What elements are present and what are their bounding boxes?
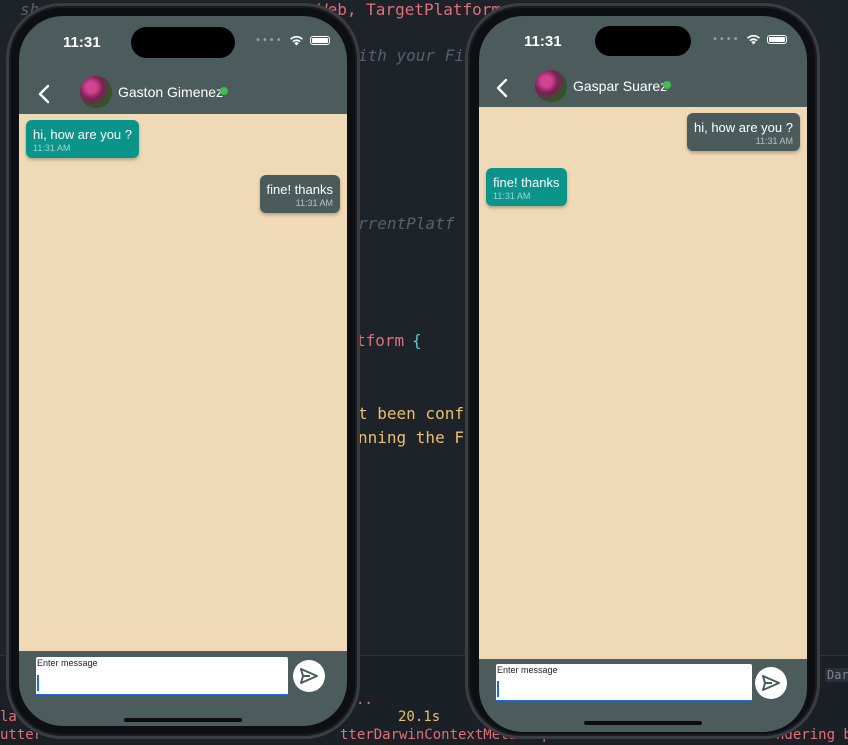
signal-icon: •••• — [712, 34, 740, 45]
back-arrow-icon[interactable] — [33, 82, 57, 106]
composer-bar: Enter message — [479, 659, 807, 732]
code-fragment: ith your Fi — [358, 46, 464, 65]
code-fragment: rrentPlatf — [358, 214, 455, 233]
text-caret — [497, 681, 499, 697]
status-bar: 11:31 •••• — [19, 16, 347, 76]
status-time: 11:31 — [63, 34, 101, 51]
home-indicator — [584, 721, 702, 725]
chat-app-bar: Gaspar Suarez — [479, 70, 807, 107]
home-indicator — [124, 718, 242, 722]
dynamic-island — [595, 26, 691, 56]
message-time: 11:31 AM — [295, 198, 333, 208]
message-bubble-outgoing[interactable]: fine! thanks 11:31 AM — [259, 175, 340, 213]
text-caret — [37, 675, 39, 691]
message-time: 11:31 AM — [493, 191, 531, 201]
message-input[interactable]: Enter message — [496, 664, 752, 701]
contact-name: Gaspar Suarez — [573, 78, 668, 94]
send-icon — [762, 675, 780, 691]
message-input-placeholder: Enter message — [37, 658, 98, 668]
status-time: 11:31 — [524, 33, 562, 50]
message-bubble-outgoing[interactable]: hi, how are you ? 11:31 AM — [686, 113, 800, 151]
avatar[interactable] — [80, 76, 112, 108]
code-fragment: tform — [356, 331, 405, 350]
signal-icon: •••• — [255, 35, 283, 46]
dynamic-island — [131, 27, 235, 58]
online-status-dot — [220, 87, 228, 95]
back-arrow-icon[interactable] — [491, 76, 515, 100]
send-button[interactable] — [755, 667, 787, 699]
message-bubble-incoming[interactable]: hi, how are you ? 11:31 AM — [26, 120, 140, 158]
input-underline — [36, 694, 288, 695]
message-bubble-incoming[interactable]: fine! thanks 11:31 AM — [486, 168, 567, 206]
message-text: hi, how are you ? — [693, 120, 793, 135]
avatar[interactable] — [535, 70, 567, 102]
phone-frame-left: 11:31 •••• Gaston Gimenez hi, how are yo… — [6, 3, 360, 739]
code-fragment: nning the F — [358, 428, 464, 447]
battery-icon — [309, 36, 330, 45]
send-icon — [300, 668, 318, 684]
wifi-icon — [746, 34, 760, 45]
phone-screen: 11:31 •••• Gaspar Suarez hi, how are you… — [479, 16, 807, 732]
status-bar: 11:31 •••• — [479, 16, 807, 76]
message-text: fine! thanks — [266, 182, 334, 197]
contact-name: Gaston Gimenez — [118, 84, 224, 100]
message-time: 11:31 AM — [33, 143, 71, 153]
online-status-dot — [663, 81, 671, 89]
chat-app-bar: Gaston Gimenez — [19, 76, 347, 114]
message-time: 11:31 AM — [755, 136, 793, 146]
message-list[interactable]: hi, how are you ? 11:31 AM fine! thanks … — [479, 107, 807, 659]
console-text: 20.1s — [398, 709, 441, 725]
status-icons: •••• — [255, 35, 330, 46]
input-underline — [496, 700, 752, 701]
send-button[interactable] — [293, 660, 325, 692]
composer-bar: Enter message — [19, 651, 347, 726]
message-text: hi, how are you ? — [33, 127, 133, 142]
message-list[interactable]: hi, how are you ? 11:31 AM fine! thanks … — [19, 114, 347, 651]
wifi-icon — [289, 35, 303, 46]
phone-screen: 11:31 •••• Gaston Gimenez hi, how are yo… — [19, 16, 347, 726]
status-icons: •••• — [712, 34, 787, 45]
phone-frame-right: 11:31 •••• Gaspar Suarez hi, how are you… — [465, 3, 820, 739]
message-text: fine! thanks — [493, 175, 560, 190]
console-tab[interactable]: Dar — [825, 668, 848, 682]
battery-icon — [766, 35, 787, 44]
code-fragment: t been confi — [358, 404, 474, 423]
message-input-placeholder: Enter message — [497, 665, 558, 675]
code-fragment: { — [412, 331, 422, 350]
message-input[interactable]: Enter message — [36, 657, 288, 695]
